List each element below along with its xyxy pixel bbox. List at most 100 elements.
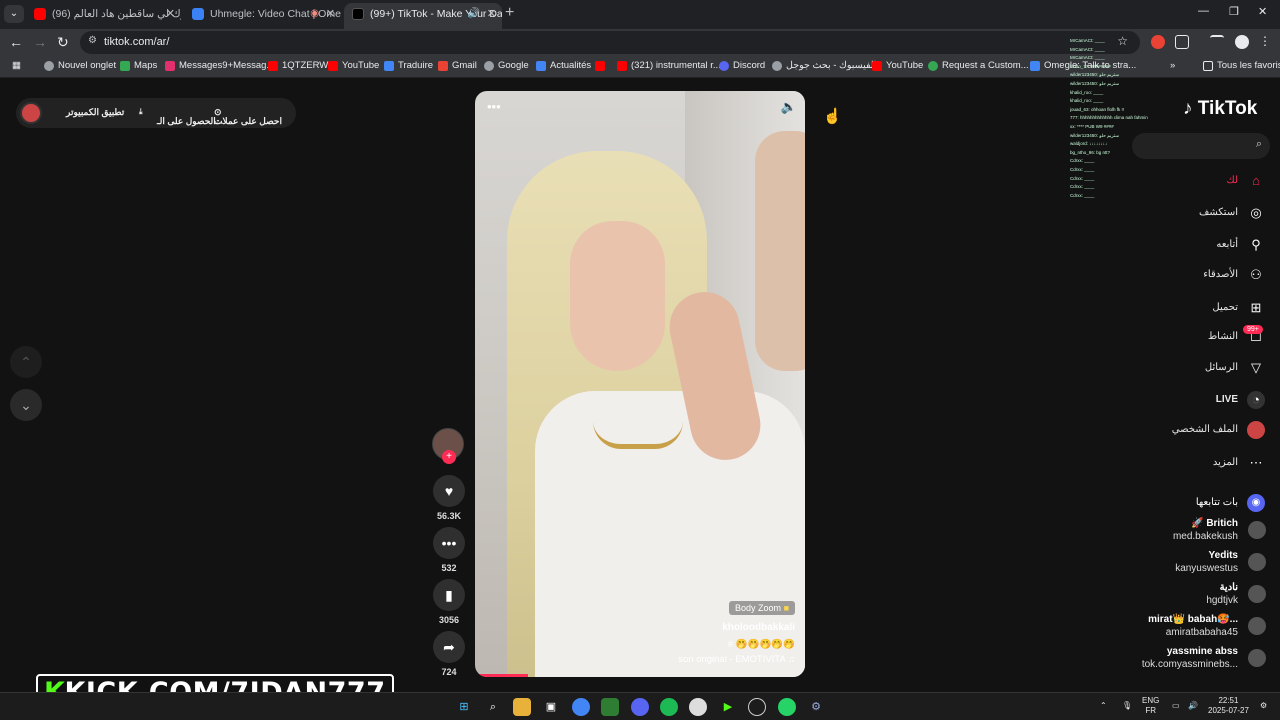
profile-icon[interactable] (1247, 421, 1265, 439)
upload-icon[interactable]: ⊞ (1247, 299, 1265, 317)
following-account-name[interactable]: نادية (1220, 582, 1238, 593)
back-button[interactable]: ← (9, 34, 23, 50)
bookmark-facebook-search[interactable]: الفيسبوك - بحث جوجل (772, 60, 876, 71)
video-author[interactable]: kholoodbakkali (722, 622, 795, 633)
taskbar-search-icon[interactable]: ⌕ (484, 698, 502, 716)
bookmark-youtube[interactable]: YouTube (328, 60, 379, 71)
browser-tab-tiktok[interactable]: (99+) TikTok - Make Your Da 🔊 ✕ (344, 3, 502, 29)
nav-for-you[interactable]: لك (1227, 175, 1238, 186)
close-tab-icon[interactable]: ✕ (487, 3, 496, 25)
nav-upload[interactable]: تحميل (1212, 302, 1238, 313)
nav-following[interactable]: أتابعه (1216, 239, 1238, 250)
following-account-avatar[interactable] (1248, 649, 1266, 667)
speaker-icon[interactable]: 🔊 (468, 3, 480, 25)
apps-grid-icon[interactable]: ▦ (12, 60, 21, 71)
following-account-handle[interactable]: amiratbabaha45 (1166, 627, 1238, 638)
nav-friends[interactable]: الأصدقاء (1203, 269, 1238, 280)
following-account-name[interactable]: 🚀 Britich (1191, 518, 1238, 529)
spotify-icon[interactable] (660, 698, 678, 716)
file-explorer-icon[interactable] (513, 698, 531, 716)
all-bookmarks-folder[interactable]: Tous les favoris (1203, 60, 1280, 71)
volume-icon[interactable]: 🔈 (781, 99, 797, 115)
share-arrow-icon[interactable]: ➦ (433, 631, 465, 663)
live-icon[interactable]: ◔ (1247, 391, 1265, 409)
kick-app-icon[interactable]: ▶ (719, 698, 737, 716)
following-account-handle[interactable]: med.bakekush (1173, 531, 1238, 542)
forward-button[interactable]: → (33, 34, 47, 50)
media-control-icon[interactable] (1210, 35, 1224, 49)
profile-avatar-icon[interactable] (1235, 35, 1249, 49)
nav-messages[interactable]: الرسائل (1205, 362, 1238, 373)
following-account-name[interactable]: yassmine abss (1167, 646, 1238, 657)
nav-activity[interactable]: النشاط (1208, 331, 1238, 342)
video-progress-bar[interactable] (475, 674, 528, 677)
following-account-handle[interactable]: kanyuswestus (1175, 563, 1238, 574)
following-account-name[interactable]: Yedits (1209, 550, 1238, 561)
obs-icon[interactable] (689, 698, 707, 716)
following-account-avatar[interactable] (1248, 521, 1266, 539)
minimize-button[interactable]: — (1198, 5, 1209, 17)
follow-plus-icon[interactable]: + (442, 450, 456, 464)
network-icon[interactable]: ▭ (1172, 701, 1180, 711)
whatsapp-icon[interactable] (778, 698, 796, 716)
language-indicator[interactable]: ENG FR (1142, 696, 1159, 716)
bookmark-1qtzerw[interactable]: 1QTZERW (268, 60, 328, 71)
close-tab-icon[interactable]: ✕ (166, 3, 175, 25)
notifications-icon[interactable]: ⚙ (1260, 701, 1267, 711)
bookmark-icon[interactable]: ▮ (433, 579, 465, 611)
bookmark-traduire[interactable]: Traduire (384, 60, 433, 71)
comment-icon[interactable]: ••• (433, 527, 465, 559)
tiktok-logo[interactable]: ♪ TikTok (1183, 98, 1257, 120)
store-icon[interactable]: ▣ (542, 698, 560, 716)
microphone-icon[interactable]: 🎙 (1122, 701, 1132, 711)
home-icon[interactable]: ⌂ (1247, 172, 1265, 190)
compass-icon[interactable]: ◎ (1247, 204, 1265, 222)
bookmark-instrumental[interactable]: (321) instrumental r... (617, 60, 721, 71)
nav-profile[interactable]: الملف الشخصي (1172, 424, 1238, 435)
following-account-avatar[interactable] (1248, 553, 1266, 571)
discord-icon[interactable]: ◉ (1247, 494, 1265, 512)
following-account-handle[interactable]: tok.comyassminebs... (1142, 659, 1238, 670)
discord-icon[interactable] (631, 698, 649, 716)
reload-button[interactable]: ↻ (57, 34, 69, 51)
following-account-name[interactable]: mirat👑 babah🥵... (1148, 614, 1238, 625)
nav-explore[interactable]: استكشف (1199, 207, 1238, 218)
address-bar[interactable]: ⚙ tiktok.com/ar/ ☆ (80, 31, 1140, 54)
bookmark-gmail[interactable]: Gmail (438, 60, 477, 71)
chrome-menu-icon[interactable]: ⋮ (1259, 34, 1271, 48)
effect-badge[interactable]: Body Zoom ■ (729, 601, 795, 615)
following-icon[interactable]: ⚲ (1247, 236, 1265, 254)
restore-button[interactable]: ❐ (1229, 5, 1239, 18)
bookmark-messages[interactable]: Messages9+Messag... (165, 60, 274, 71)
browser-tab-uhmegle[interactable]: Uhmegle: Video Chat | Ome ◉ ✕ (184, 3, 341, 25)
bookmark-request-custom[interactable]: Request a Custom... (928, 60, 1029, 71)
browser-tab-youtube[interactable]: (96) ذوك لي ساقطين هاد العالم ✕ (26, 3, 181, 25)
get-coins-link[interactable]: احصل على عملات ⊙ (214, 107, 282, 126)
tray-chevron-icon[interactable]: ⌃ (1100, 701, 1107, 711)
following-account-avatar[interactable] (1248, 617, 1266, 635)
app-icon[interactable] (601, 698, 619, 716)
close-window-button[interactable]: ✕ (1258, 5, 1267, 18)
bookmark-google[interactable]: Google (484, 60, 529, 71)
following-account-avatar[interactable] (1248, 585, 1266, 603)
clock[interactable]: 22:51 2025-07-27 (1208, 696, 1249, 716)
video-sound[interactable]: son original - EMOTIVITA ♫ (678, 654, 795, 665)
more-icon[interactable]: ⋯ (1247, 454, 1265, 472)
messages-icon[interactable]: ▽ (1247, 359, 1265, 377)
nav-more[interactable]: المزيد (1213, 457, 1238, 468)
chrome-icon[interactable] (572, 698, 590, 716)
app-icon[interactable] (748, 698, 766, 716)
nav-live[interactable]: LIVE (1216, 394, 1238, 405)
following-account-handle[interactable]: hgdtjvk (1206, 595, 1238, 606)
tab-search-button[interactable]: ⌄ (4, 5, 24, 23)
friends-icon[interactable]: ⚇ (1247, 266, 1265, 284)
search-icon[interactable]: ⌕ (1256, 138, 1262, 151)
close-tab-icon[interactable]: ✕ (326, 3, 335, 25)
user-avatar[interactable] (20, 102, 42, 124)
video-more-options-icon[interactable]: ••• (487, 99, 501, 114)
bookmark-nouvel-onglet[interactable]: Nouvel onglet (44, 60, 116, 71)
settings-gear-icon[interactable]: ⚙ (807, 698, 825, 716)
bookmark-maps[interactable]: Maps (120, 60, 157, 71)
previous-video-button[interactable]: ⌃ (10, 346, 42, 378)
bookmark-actualites[interactable]: Actualités (536, 60, 591, 71)
